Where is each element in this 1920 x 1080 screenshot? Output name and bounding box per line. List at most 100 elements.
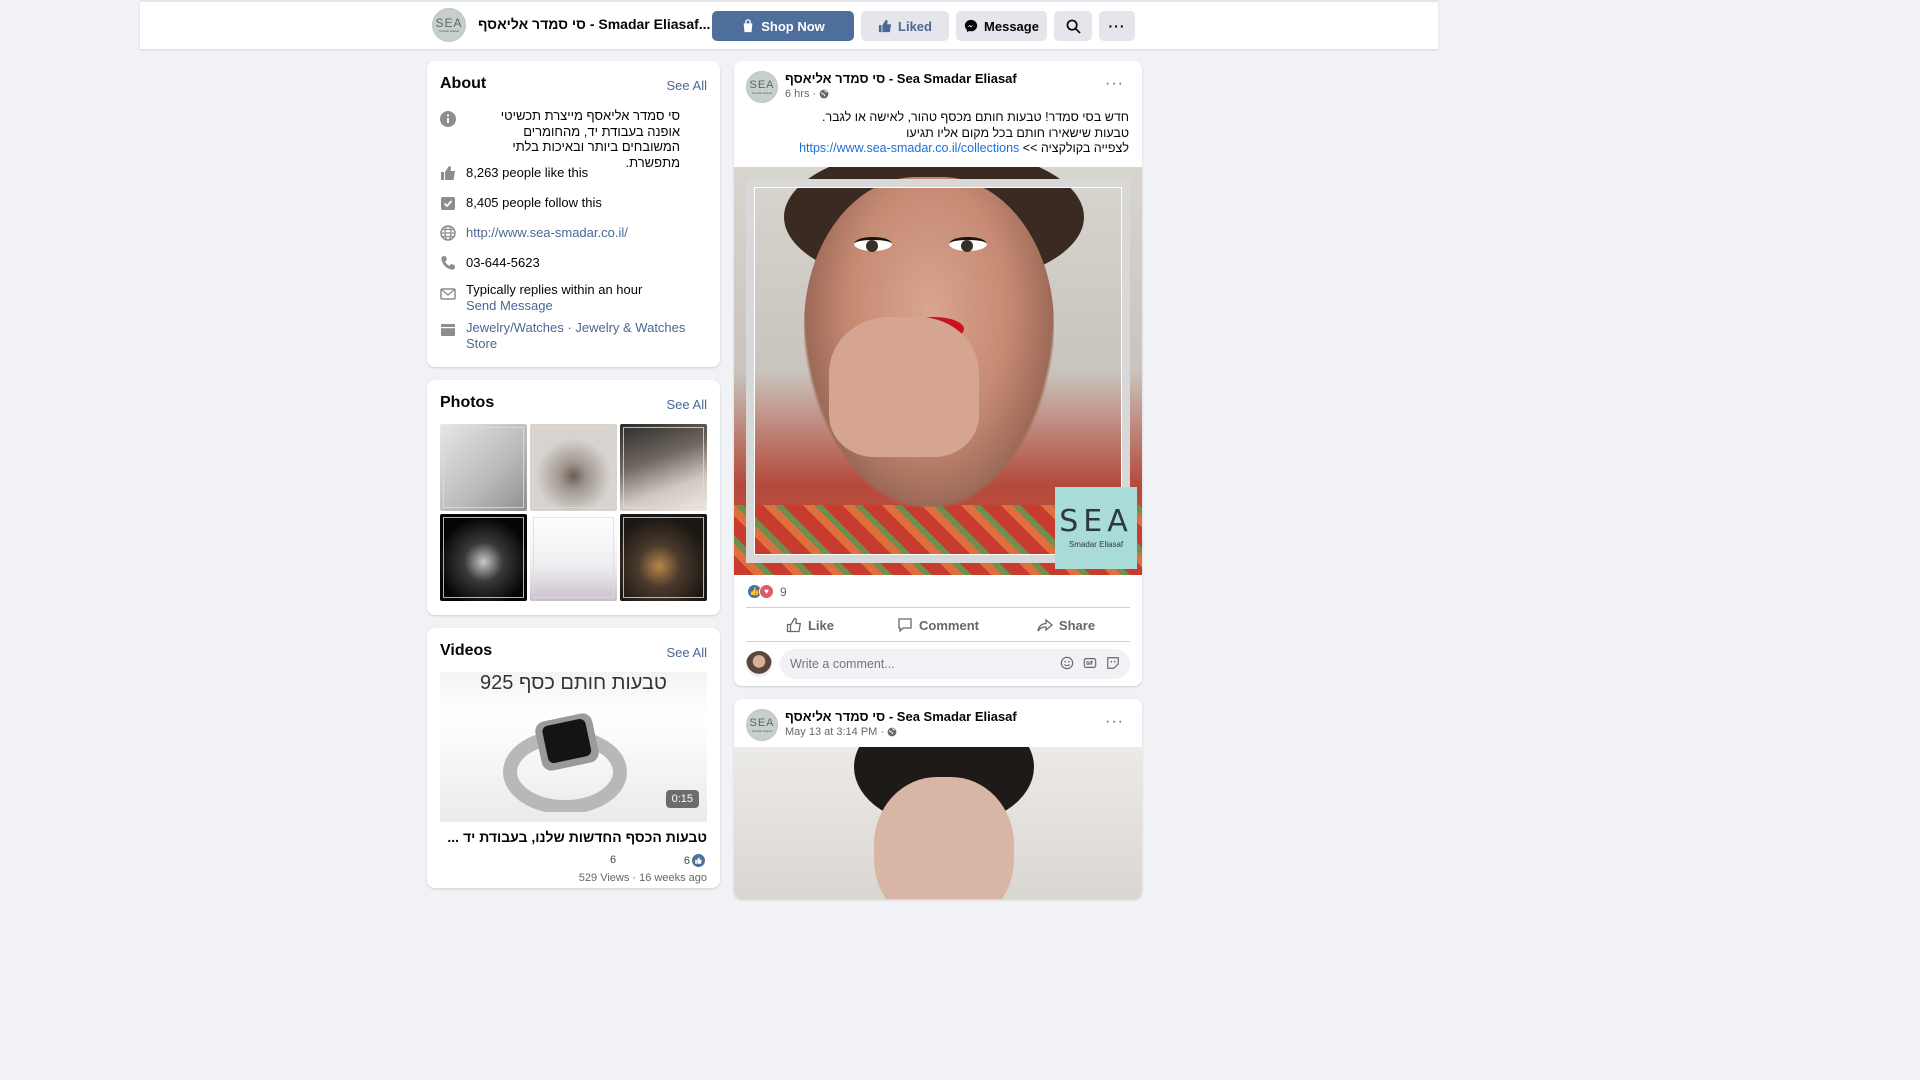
globe-icon (440, 225, 456, 241)
post-image[interactable] (734, 747, 1142, 899)
send-message-link[interactable]: Send Message (466, 298, 553, 313)
message-label: Message (984, 18, 1039, 34)
emoji-icon[interactable] (1060, 656, 1074, 670)
about-likes-row: 8,263 people like this (440, 165, 710, 181)
avatar-logo-text: SEA (749, 78, 775, 91)
about-see-all-link[interactable]: See All (667, 78, 707, 93)
about-phone: 03-644-5623 (466, 255, 540, 270)
about-phone-row: 03-644-5623 (440, 255, 710, 271)
post-time-text: 6 hrs (785, 88, 810, 100)
post-author-avatar[interactable]: SEA Smadar Eliasaf (746, 71, 778, 103)
about-response-time: Typically replies within an hour (466, 282, 643, 297)
video-stats: 6 6 529 Views · 16 weeks ago (440, 854, 707, 884)
photo-grid (440, 424, 707, 601)
photo-thumbnail[interactable] (620, 424, 707, 511)
category-link-jewelry-watches[interactable]: Jewelry/Watches (466, 320, 564, 335)
photo-thumbnail[interactable] (530, 514, 617, 601)
envelope-reply-icon (440, 288, 456, 300)
video-comment-count: 6 (610, 854, 617, 866)
post-timestamp[interactable]: May 13 at 3:14 PM · (785, 726, 897, 738)
post-author-name[interactable]: סי סמדר אליאסף - Sea Smadar Eliasaf (785, 709, 1017, 724)
avatar-logo-text: SEA (435, 16, 463, 30)
photo-thumbnail[interactable] (530, 424, 617, 511)
sea-logo: SEA Smadar Eliasaf (1055, 487, 1137, 569)
comment-tools (1060, 656, 1120, 670)
post-author-avatar[interactable]: SEA Smadar Eliasaf (746, 709, 778, 741)
videos-card: Videos See All טבעות חותם כסף 925 0:15 ט… (427, 628, 720, 888)
post-time-text: May 13 at 3:14 PM (785, 726, 878, 738)
post-text-line: טבעות שישאירו חותם בכל מקום אליו תגיעו (906, 125, 1129, 140)
share-arrow-icon (1037, 618, 1053, 632)
video-likes: 6 (684, 854, 705, 867)
post-options-icon[interactable]: ··· (1105, 75, 1124, 93)
feed-post: SEA Smadar Eliasaf סי סמדר אליאסף - Sea … (734, 699, 1142, 899)
video-thumbnail[interactable]: טבעות חותם כסף 925 0:15 (440, 672, 707, 822)
post-body-text: חדש בסי סמדר! טבעות חותם מכסף טהור, לאיש… (746, 110, 1129, 157)
video-title[interactable]: טבעות הכסף החדשות שלנו, בעבודת יד ... (440, 829, 707, 845)
avatar-logo-text: SEA (749, 716, 775, 729)
post-author-name[interactable]: סי סמדר אליאסף - Sea Smadar Eliasaf (785, 71, 1017, 86)
page-header-bar: SEA Smadar Eliasaf סי סמדר אליאסף - Smad… (140, 0, 1438, 49)
videos-title: Videos (440, 642, 493, 659)
page-title[interactable]: סי סמדר אליאסף - Smadar Eliasaf... (478, 16, 710, 32)
shop-now-button[interactable]: Shop Now (712, 11, 854, 41)
gif-icon[interactable] (1083, 656, 1097, 670)
video-engagement-row: 6 6 (440, 854, 707, 867)
shopping-bag-icon (743, 19, 753, 33)
comment-composer (746, 649, 1130, 679)
category-folder-icon (441, 324, 455, 336)
time-separator: · (880, 726, 884, 738)
about-categories: Jewelry/Watches · Jewelry & Watches Stor… (466, 320, 686, 351)
globe-icon (887, 727, 897, 737)
photo-thumbnail[interactable] (620, 514, 707, 601)
about-card: About See All סי סמדר אליאסף מייצרת תכשי… (427, 61, 720, 367)
post-collection-link[interactable]: https://www.sea-smadar.co.il/collections (799, 141, 1019, 155)
page-avatar[interactable]: SEA Smadar Eliasaf (432, 8, 466, 42)
about-description: סי סמדר אליאסף מייצרת תכשיטי אופנה בעבוד… (500, 108, 680, 170)
video-thumbnail-text: טבעות חותם כסף 925 (480, 672, 667, 694)
avatar-logo-subtext: Smadar Eliasaf (751, 728, 773, 733)
photos-see-all-link[interactable]: See All (667, 397, 707, 412)
photo-thumbnail[interactable] (440, 424, 527, 511)
more-options-button[interactable]: ··· (1099, 11, 1135, 41)
share-label: Share (1058, 617, 1096, 633)
video-views-age: 529 Views · 16 weeks ago (578, 872, 707, 884)
like-reaction-icon (692, 854, 705, 867)
post-reactions[interactable]: 👍 ♥ 9 (747, 584, 787, 599)
video-like-count: 6 (683, 854, 690, 867)
current-user-avatar[interactable] (746, 651, 772, 677)
comment-button[interactable]: Comment (874, 609, 1002, 641)
videos-see-all-link[interactable]: See All (667, 645, 707, 660)
search-icon (1066, 19, 1081, 34)
liked-button[interactable]: Liked (861, 11, 949, 41)
post-link-prefix: לצפייה בקולקציה >> (1019, 141, 1129, 155)
thumbs-up-icon (441, 166, 455, 180)
share-button[interactable]: Share (1002, 609, 1130, 641)
about-website-row: http://www.sea-smadar.co.il/ (440, 225, 710, 241)
about-category-row: Jewelry/Watches · Jewelry & Watches Stor… (440, 320, 710, 351)
video-duration-badge: 0:15 (665, 790, 699, 808)
post-divider (746, 607, 1130, 608)
search-button[interactable] (1054, 11, 1092, 41)
like-label: Like (807, 617, 834, 633)
sticker-icon[interactable] (1106, 656, 1120, 670)
like-button[interactable]: Like (746, 609, 874, 641)
message-button[interactable]: Message (956, 11, 1047, 41)
more-dots-icon: ··· (1108, 18, 1126, 34)
photo-thumbnail[interactable] (440, 514, 527, 601)
post-text-line: חדש בסי סמדר! טבעות חותם מכסף טהור, לאיש… (822, 110, 1129, 124)
photos-card: Photos See All (427, 380, 720, 615)
shop-now-label: Shop Now (761, 18, 825, 34)
globe-icon (819, 89, 829, 99)
reaction-count: 9 (780, 584, 787, 599)
photos-title: Photos (440, 394, 495, 411)
messenger-icon (964, 19, 978, 33)
time-separator: · (812, 88, 817, 100)
post-timestamp[interactable]: 6 hrs · (785, 88, 829, 100)
liked-label: Liked (898, 18, 932, 34)
about-website-link[interactable]: http://www.sea-smadar.co.il/ (466, 225, 628, 241)
model-face (874, 777, 1014, 899)
about-response-block: Typically replies within an hour Send Me… (466, 282, 642, 313)
post-image[interactable]: SEA Smadar Eliasaf (734, 167, 1142, 575)
post-options-icon[interactable]: ··· (1105, 713, 1124, 731)
